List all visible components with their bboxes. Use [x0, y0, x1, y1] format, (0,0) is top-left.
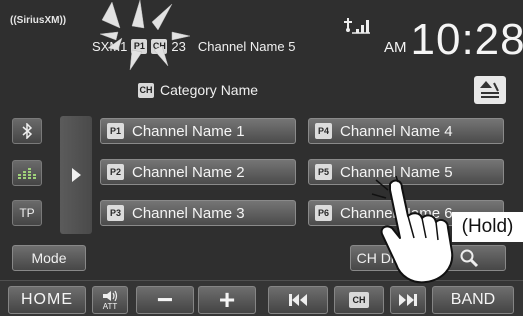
- skip-back-icon: [289, 294, 307, 306]
- volume-down-button[interactable]: −: [136, 284, 194, 315]
- volume-up-button[interactable]: +: [198, 284, 256, 315]
- band-button[interactable]: BAND: [432, 286, 514, 314]
- preset-label: Channel Name 1: [132, 122, 245, 140]
- preset-button-1[interactable]: P1 Channel Name 1: [100, 118, 296, 144]
- preset-button-2[interactable]: P2 Channel Name 2: [100, 159, 296, 185]
- preset-label: Channel Name 6: [340, 204, 453, 222]
- search-icon: [460, 249, 479, 268]
- hold-annotation: (Hold): [452, 212, 523, 242]
- clock-time: 10:28: [410, 15, 523, 64]
- preset-label: Channel Name 3: [132, 204, 245, 222]
- clock: AM 10:28: [384, 8, 523, 68]
- preset-number: P3: [107, 205, 124, 221]
- equalizer-button[interactable]: [12, 160, 42, 186]
- equalizer-icon: [18, 168, 36, 179]
- radio-screen: ((SiriusXM)) SXM1 P1 CH 23 Channel Name …: [0, 0, 523, 316]
- preset-label: Channel Name 4: [340, 122, 453, 140]
- skip-forward-icon: [399, 294, 417, 306]
- channel-mode-button[interactable]: CH: [334, 286, 384, 314]
- bottom-toolbar: HOME ATT − + CH BAND: [0, 280, 523, 316]
- signal-strength-icon: [344, 18, 370, 34]
- previous-channel-button[interactable]: [268, 286, 328, 314]
- ch-label: CH: [349, 292, 369, 308]
- category-row: CH Category Name: [138, 80, 258, 100]
- preset-label: Channel Name 5: [340, 163, 453, 181]
- current-channel-name: Channel Name 5: [197, 38, 296, 54]
- preset-number: P1: [107, 123, 124, 139]
- home-button[interactable]: HOME: [8, 286, 86, 314]
- preset-button-3[interactable]: P3 Channel Name 3: [100, 200, 296, 226]
- preset-number: P6: [315, 205, 332, 221]
- bluetooth-button[interactable]: [12, 118, 42, 144]
- siriusxm-logo: ((SiriusXM)): [10, 15, 67, 26]
- bluetooth-icon: [22, 123, 33, 139]
- clock-ampm: AM: [384, 39, 407, 56]
- search-button[interactable]: [432, 245, 506, 271]
- preset-number: P4: [315, 123, 332, 139]
- preset-button-5[interactable]: P5 Channel Name 5: [308, 159, 504, 185]
- channel-indicator: CH: [151, 38, 168, 54]
- att-button[interactable]: ATT: [92, 286, 128, 314]
- channel-number: 23: [171, 38, 186, 54]
- preset-indicator: P1: [131, 38, 148, 54]
- category-chip: CH: [138, 82, 154, 98]
- preset-button-4[interactable]: P4 Channel Name 4: [308, 118, 504, 144]
- next-channel-button[interactable]: [390, 286, 426, 314]
- speaker-icon: [103, 290, 118, 301]
- ch-direct-button[interactable]: CH Direct: [350, 245, 424, 271]
- preset-label: Channel Name 2: [132, 163, 245, 181]
- expand-panel-button[interactable]: [60, 116, 92, 234]
- play-right-icon: [72, 168, 81, 182]
- mode-button[interactable]: Mode: [12, 245, 86, 271]
- preset-number: P5: [315, 164, 332, 180]
- tp-button[interactable]: TP: [12, 200, 42, 226]
- sort-button[interactable]: [474, 76, 506, 104]
- now-playing-status: SXM1 P1 CH 23 Channel Name 5: [92, 36, 295, 56]
- band-label: SXM1: [92, 38, 128, 54]
- sort-icon: [480, 81, 499, 98]
- category-name: Category Name: [160, 82, 259, 98]
- att-label: ATT: [102, 301, 118, 311]
- preset-number: P2: [107, 164, 124, 180]
